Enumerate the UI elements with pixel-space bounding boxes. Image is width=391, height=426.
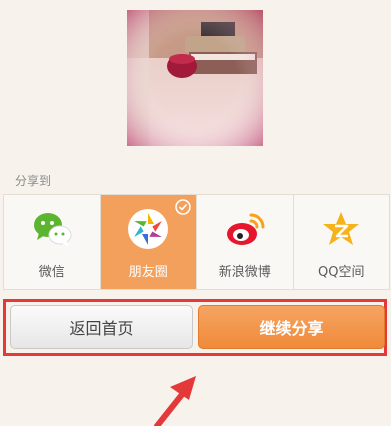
annotation-arrow-icon <box>154 376 196 426</box>
